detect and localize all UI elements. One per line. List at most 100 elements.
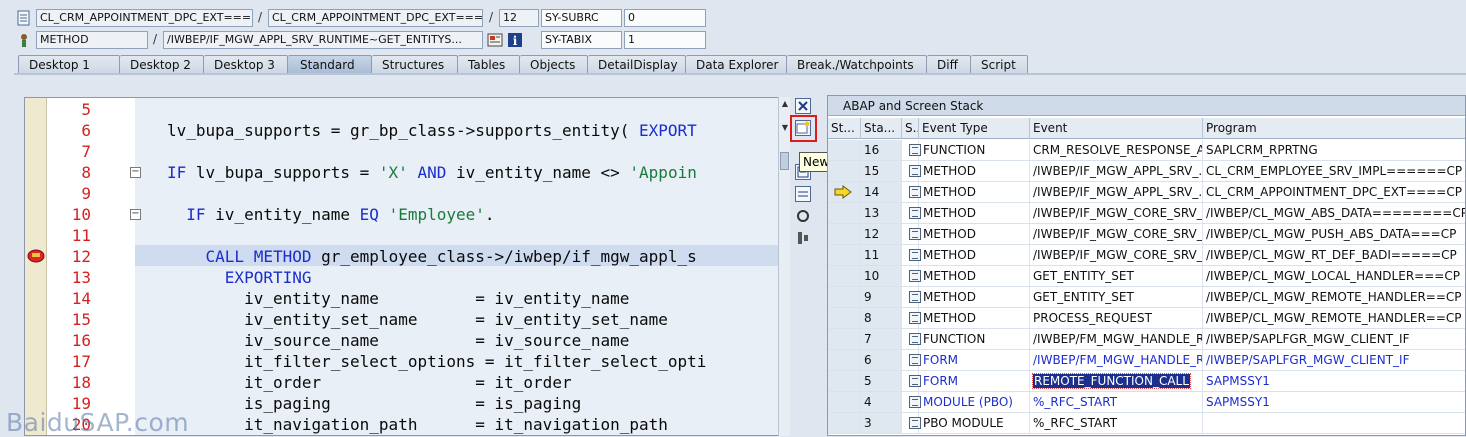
editor-vertical-scrollbar[interactable]: ▲ ▼ [778, 97, 790, 436]
close-tool-icon[interactable] [795, 98, 811, 114]
event-type-text: FUNCTION [923, 143, 986, 157]
stack-row[interactable]: 16 FUNCTION CRM_RESOLVE_RESPONSE_A... SAPLC… [828, 140, 1465, 161]
tab-script[interactable]: Script [971, 55, 1028, 74]
tab-break-watchpoints[interactable]: Break./Watchpoints [787, 55, 927, 74]
event-cell: REMOTE_FUNCTION_CALL [1030, 371, 1203, 391]
code-line: IF lv_bupa_supports = 'X' AND iv_entity_… [167, 163, 697, 182]
tab-desktop-1[interactable]: Desktop 1 [18, 55, 120, 74]
new-tool-highlight [790, 115, 817, 142]
stack-row[interactable]: 4 MODULE (PBO) %_RFC_START SAPMSSY1 [828, 392, 1465, 413]
event-text: /IWBEP/FM_MGW_HANDLE_R... [1033, 332, 1203, 346]
stack-row[interactable]: 6 FORM/IWBEP/FM_MGW_HANDLE_R.../IWBEP/SAP… [828, 350, 1465, 371]
line-number: 10 [71, 205, 91, 224]
line-number-field[interactable]: 12 [499, 9, 539, 27]
event-text: /IWBEP/IF_MGW_CORE_SRV_... [1033, 206, 1203, 220]
event-name-field[interactable]: /IWBEP/IF_MGW_APPL_SRV_RUNTIME~GET_ENTIT… [163, 31, 483, 49]
column-header-program[interactable]: Program [1203, 118, 1465, 139]
scroll-up-icon[interactable]: ▲ [781, 99, 789, 108]
event-type-cell: FUNCTION [906, 140, 1030, 160]
source-code-editor[interactable]: − − 5 6 lv_bupa_supports = gr_bp_class->s… [24, 97, 790, 436]
stack-row-marker [828, 329, 861, 349]
column-header-event[interactable]: Event [1030, 118, 1203, 139]
tab-standard[interactable]: Standard [288, 55, 372, 74]
program-cell: /IWBEP/CL_MGW_REMOTE_HANDLER==CP [1206, 290, 1462, 304]
event-text: /IWBEP/IF_MGW_APPL_SRV_... [1033, 185, 1203, 199]
line-number: 11 [71, 226, 91, 245]
tab-desktop-3[interactable]: Desktop 3 [204, 55, 288, 74]
stack-level: 14 [861, 182, 902, 202]
stack-row-marker [828, 308, 861, 328]
event-type-text: METHOD [923, 185, 976, 199]
code-line: iv_entity_set_name = iv_entity_set_name [167, 310, 668, 329]
event-text: GET_ENTITY_SET [1033, 269, 1134, 283]
event-type-cell: METHOD [906, 308, 1030, 328]
stack-row[interactable]: 13 METHOD/IWBEP/IF_MGW_CORE_SRV_.../IWBEP… [828, 203, 1466, 224]
stack-level: 16 [861, 140, 902, 160]
tab-structures[interactable]: Structures [372, 55, 458, 74]
stack-row[interactable]: 7 FUNCTION/IWBEP/FM_MGW_HANDLE_R.../IWBEP… [828, 329, 1465, 350]
tab-diff[interactable]: Diff [927, 55, 971, 74]
event-type-icon [909, 396, 921, 408]
tab-desktop-2[interactable]: Desktop 2 [120, 55, 204, 74]
event-cell: /IWBEP/FM_MGW_HANDLE_R... [1030, 329, 1203, 349]
event-type-text: METHOD [923, 269, 976, 283]
event-cell: /IWBEP/IF_MGW_CORE_SRV_... [1030, 224, 1203, 244]
stack-row[interactable]: 9 METHOD GET_ENTITY_SET/IWBEP/CL_MGW_REMOT… [828, 287, 1465, 308]
stack-row[interactable]: 14 METHOD/IWBEP/IF_MGW_APPL_SRV_... CL_CRM… [828, 182, 1465, 203]
event-text: %_RFC_START [1033, 416, 1118, 430]
event-text: %_RFC_START [1033, 395, 1118, 409]
stack-row[interactable]: 8 METHOD PROCESS_REQUEST/IWBEP/CL_MGW_REMO… [828, 308, 1465, 329]
event-type-text: METHOD [923, 227, 976, 241]
program-field[interactable]: CL_CRM_APPOINTMENT_DPC_EXT===... [36, 9, 253, 27]
tab-tables[interactable]: Tables [458, 55, 520, 74]
method-icon [17, 32, 33, 48]
variable-value-field-2[interactable]: 1 [624, 31, 706, 49]
separator: / [489, 10, 494, 24]
program-cell: /IWBEP/CL_MGW_ABS_DATA========CP [1206, 206, 1466, 220]
event-text: /IWBEP/IF_MGW_CORE_SRV_... [1033, 227, 1203, 241]
event-type-field[interactable]: METHOD [36, 31, 148, 49]
line-number: 8 [81, 163, 91, 182]
line-number: 7 [81, 142, 91, 161]
stack-row-marker [828, 350, 861, 370]
service-tool-icon[interactable] [795, 208, 811, 224]
program-cell: SAPLCRM_RPRTNG [1206, 143, 1318, 157]
scroll-down-icon[interactable]: ▼ [781, 123, 789, 132]
stack-row[interactable]: 5 FORM REMOTE_FUNCTION_CALL SAPMSSY1 [828, 371, 1465, 392]
column-header-event-type[interactable]: Event Type [919, 118, 1030, 139]
event-type-icon [909, 207, 921, 219]
code-line: is_paging = is_paging [167, 394, 582, 413]
stack-row[interactable]: 11 METHOD/IWBEP/IF_MGW_CORE_SRV_.../IWBEP… [828, 245, 1465, 266]
line-number: 20 [71, 415, 91, 434]
stack-row[interactable]: 10 METHOD GET_ENTITY_SET/IWBEP/CL_MGW_LOCA… [828, 266, 1465, 287]
stack-row[interactable]: 3 PBO MODULE %_RFC_START [828, 413, 1465, 434]
event-type-cell: METHOD [906, 266, 1030, 286]
variable-value-field[interactable]: 0 [624, 9, 706, 27]
event-type-text: FORM [923, 353, 959, 367]
event-type-text: FUNCTION [923, 332, 986, 346]
stack-row[interactable]: 12 METHOD/IWBEP/IF_MGW_CORE_SRV_.../IWBEP… [828, 224, 1465, 245]
event-text: /IWBEP/IF_MGW_CORE_SRV_... [1033, 248, 1203, 262]
display-source-icon[interactable] [487, 32, 503, 48]
program-cell: SAPMSSY1 [1206, 395, 1270, 409]
tab-detaildisplay[interactable]: DetailDisplay [588, 55, 686, 74]
event-type-icon [909, 249, 921, 261]
column-header-s[interactable]: S... [902, 118, 919, 139]
scroll-thumb[interactable] [780, 152, 789, 170]
tab-objects[interactable]: Objects [520, 55, 588, 74]
variable-name-field-2[interactable]: SY-TABIX [541, 31, 622, 49]
info-icon[interactable]: i [507, 32, 523, 48]
swap-tool-icon[interactable] [795, 186, 811, 202]
column-header-stack-level[interactable]: Sta... [861, 118, 902, 139]
column-header-status[interactable]: St... [828, 118, 861, 139]
separator: / [258, 10, 263, 24]
include-field[interactable]: CL_CRM_APPOINTMENT_DPC_EXT===... [268, 9, 483, 27]
line-number: 15 [71, 310, 91, 329]
program-cell: /IWBEP/SAPLFGR_MGW_CLIENT_IF [1206, 332, 1410, 346]
stack-level: 6 [861, 350, 902, 370]
stack-level: 12 [861, 224, 902, 244]
tab-data-explorer[interactable]: Data Explorer [686, 55, 787, 74]
settings-tool-icon[interactable] [795, 230, 811, 246]
variable-name-field[interactable]: SY-SUBRC [541, 9, 622, 27]
stack-row[interactable]: 15 METHOD/IWBEP/IF_MGW_APPL_SRV_... CL_CRM… [828, 161, 1465, 182]
